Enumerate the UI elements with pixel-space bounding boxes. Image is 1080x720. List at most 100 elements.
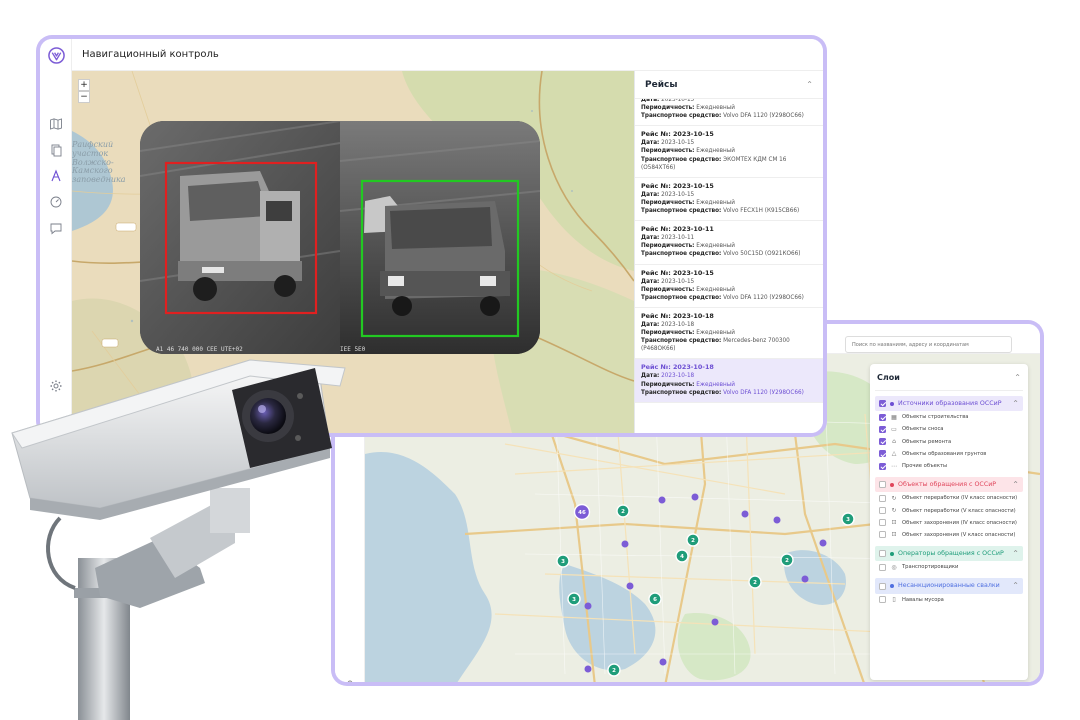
cluster-count: 2 xyxy=(753,580,757,586)
layer-group-checkbox[interactable] xyxy=(879,550,886,558)
layer-item[interactable]: △ Объекты образования грунтов xyxy=(875,448,1023,460)
app-header: Навигационный контроль xyxy=(72,39,823,71)
layer-group-header[interactable]: Объекты обращения с ОССиР ⌃ xyxy=(875,477,1023,493)
truck-icon: ◎ xyxy=(891,563,897,571)
layer-item-checkbox[interactable] xyxy=(879,438,886,446)
layer-item-checkbox[interactable] xyxy=(879,462,886,470)
layer-item-label: Объекты строительства xyxy=(902,414,969,421)
layer-item-checkbox[interactable] xyxy=(879,413,886,421)
layer-group-checkbox[interactable] xyxy=(879,481,886,489)
layers-title: Слои xyxy=(877,373,900,382)
trip-date: Дата: 2023-10-18 xyxy=(641,373,695,380)
recycle-icon: ↻ xyxy=(891,507,897,515)
layer-item[interactable]: ▭ Объекты сноса xyxy=(875,423,1023,435)
layer-item[interactable]: ▯ Навалы мусора xyxy=(875,594,1023,606)
layer-item-checkbox[interactable] xyxy=(879,531,886,539)
trip-date: Дата: 2023-10-15 xyxy=(641,140,695,147)
trip-period: Периодичность: Ежедневный xyxy=(641,199,735,206)
trip-date: Дата: 2023-10-18 xyxy=(641,321,695,328)
zoom-out-button[interactable]: − xyxy=(78,91,90,103)
chevron-up-icon[interactable]: ⌃ xyxy=(1014,373,1021,382)
layer-item-checkbox[interactable] xyxy=(879,507,886,515)
trip-period: Периодичность: Ежедневный xyxy=(641,148,735,155)
layer-group-header[interactable]: Источники образования ОССиР ⌃ xyxy=(875,396,1023,412)
cluster-marker[interactable]: 3 xyxy=(841,512,855,526)
layer-item[interactable]: ↻ Объект переработки (IV класс опасности) xyxy=(875,492,1023,504)
layer-item-checkbox[interactable] xyxy=(879,563,886,571)
route-icon[interactable] xyxy=(49,169,63,183)
cluster-marker[interactable]: 2 xyxy=(616,504,630,518)
trip-date: Дата: 2023-10-15 xyxy=(641,278,695,285)
zoom-in-button[interactable]: + xyxy=(78,79,90,91)
trip-vehicle: Транспортное средство: Volvo FECX1H (К91… xyxy=(641,208,800,215)
chevron-up-icon[interactable]: ⌃ xyxy=(1012,581,1019,590)
cluster-count: 3 xyxy=(561,559,565,565)
documents-icon[interactable] xyxy=(49,143,63,157)
map-icon[interactable] xyxy=(49,117,63,131)
trip-item[interactable]: Рейс №: 2023-10-11 Дата: 2023-10-11 Период… xyxy=(635,221,823,265)
trip-title: Рейс №: 2023-10-15 xyxy=(641,268,714,277)
trip-vehicle: Транспортное средство: Volvo 50C15D (О92… xyxy=(641,251,801,258)
layer-item-label: Объект переработки (V класс опасности) xyxy=(902,507,1016,514)
repair-icon: ⌂ xyxy=(892,438,896,446)
trips-header[interactable]: Рейсы ⌃ xyxy=(635,71,823,99)
reserve-map-label: Раифский участок Волжско- Камского запов… xyxy=(72,140,126,185)
chat-icon[interactable] xyxy=(49,221,63,235)
cluster-marker[interactable]: 46 xyxy=(573,503,591,521)
cluster-count: 2 xyxy=(621,509,625,515)
layer-group-checkbox[interactable] xyxy=(879,582,886,590)
chevron-up-icon[interactable]: ⌃ xyxy=(806,80,813,89)
layer-item[interactable]: ⋯ Прочие объекты xyxy=(875,460,1023,472)
map-search-input[interactable] xyxy=(845,336,1012,353)
layers-header[interactable]: Слои ⌃ xyxy=(875,370,1023,391)
trip-vehicle: Транспортное средство: ЭКОМТЕХ КДМ СМ 16… xyxy=(641,156,787,171)
trip-title: Рейс №: 2023-10-11 xyxy=(641,225,714,234)
layer-item-checkbox[interactable] xyxy=(879,450,886,458)
layer-group: Объекты обращения с ОССиР ⌃ ↻ Объект перера… xyxy=(875,477,1023,541)
cluster-marker[interactable]: 6 xyxy=(648,592,662,606)
layer-item[interactable]: ⊡ Объект захоронения (IV класс опасности) xyxy=(875,517,1023,529)
cluster-count: 2 xyxy=(691,538,695,544)
layer-item[interactable]: ↻ Объект переработки (V класс опасности) xyxy=(875,505,1023,517)
layer-item[interactable]: ▦ Объекты строительства xyxy=(875,411,1023,423)
layer-group-dot-icon xyxy=(890,551,894,556)
layer-group-dot-icon xyxy=(890,401,894,406)
cluster-count: 2 xyxy=(785,558,789,564)
cluster-marker[interactable]: 2 xyxy=(686,533,700,547)
trip-title: Рейс №: 2023-10-15 xyxy=(641,181,714,190)
layer-item-checkbox[interactable] xyxy=(879,425,886,433)
layer-item[interactable]: ⌂ Объекты ремонта xyxy=(875,436,1023,448)
layer-item-checkbox[interactable] xyxy=(879,596,886,604)
cluster-marker[interactable]: 3 xyxy=(556,554,570,568)
layer-item[interactable]: ⊡ Объект захоронения (V класс опасности) xyxy=(875,529,1023,541)
layer-group: Источники образования ОССиР ⌃ ▦ Объекты стр… xyxy=(875,396,1023,472)
trip-item[interactable]: Рейс №: 2023-10-18 Дата: 2023-10-18 Период… xyxy=(635,308,823,360)
layer-item[interactable]: ◎ Транспортировщики xyxy=(875,561,1023,573)
trip-item[interactable]: Рейс №: 2023-10-15Дата: 2023-10-15Период… xyxy=(635,126,823,178)
layer-item-checkbox[interactable] xyxy=(879,494,886,502)
trip-period: Периодичность: Ежедневный xyxy=(641,330,735,337)
chevron-up-icon[interactable]: ⌃ xyxy=(1012,480,1019,489)
trip-vehicle: Транспортное средство: Volvo DFA 1120 (У… xyxy=(641,113,804,120)
trip-item[interactable]: Рейс №: 2023-10-18 Дата: 2023-10-18 Период… xyxy=(635,359,823,403)
layer-item-label: Объекты сноса xyxy=(902,426,944,433)
soil-icon: △ xyxy=(891,450,897,458)
layer-group-header[interactable]: Несанкционированные свалки ⌃ xyxy=(875,578,1023,594)
trip-period: Периодичность: Ежедневный xyxy=(641,243,735,250)
trip-item[interactable]: Рейс №: 2023-10-15Дата: 2023-10-15Период… xyxy=(635,178,823,222)
cluster-marker[interactable]: 2 xyxy=(780,553,794,567)
trip-item[interactable]: Рейс №: 2023-10-15Дата: 2023-10-15Период… xyxy=(635,265,823,308)
layer-group-checkbox[interactable] xyxy=(879,400,886,408)
chevron-up-icon[interactable]: ⌃ xyxy=(1012,549,1019,558)
trips-title: Рейсы xyxy=(645,79,678,90)
gauge-icon[interactable] xyxy=(49,195,63,209)
layer-group-header[interactable]: Операторы обращения с ОССиР ⌃ xyxy=(875,546,1023,562)
cluster-marker[interactable]: 2 xyxy=(748,575,762,589)
chevron-up-icon[interactable]: ⌃ xyxy=(1012,399,1019,408)
cluster-marker[interactable]: 3 xyxy=(567,592,581,606)
layer-item-label: Навалы мусора xyxy=(902,596,944,603)
cluster-marker[interactable]: 2 xyxy=(607,663,621,677)
layer-item-checkbox[interactable] xyxy=(879,519,886,527)
layer-item-label: Объекты ремонта xyxy=(902,438,952,445)
cluster-marker[interactable]: 4 xyxy=(675,549,689,563)
